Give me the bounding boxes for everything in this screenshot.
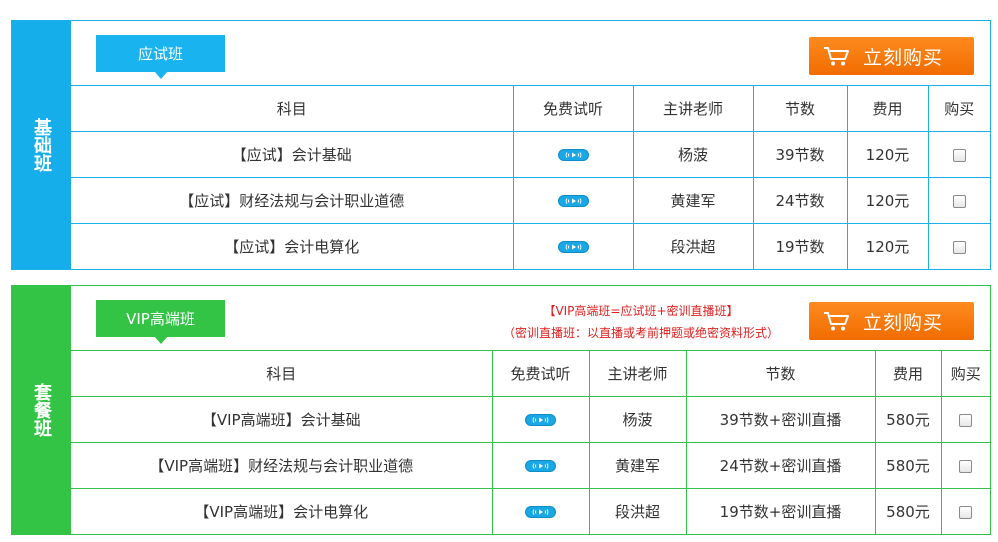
package-content: VIP高端班 【VIP高端班=应试班+密训直播班】 （密训直播班：以直播或考前押… (71, 286, 990, 534)
table-row: 【VIP高端班】会计基础 杨菠 39节数+密训直播 580元 (71, 396, 990, 443)
audio-play-icon[interactable] (525, 506, 556, 518)
lessons-cell: 24节数+密训直播 (685, 442, 876, 489)
package-course-table: 科目 免费试听 主讲老师 节数 费用 购买 【VIP高端班】会计基础 杨菠 39… (71, 350, 990, 534)
teacher-cell: 杨菠 (632, 131, 754, 178)
buy-checkbox[interactable] (959, 459, 973, 473)
audio-play-icon[interactable] (525, 460, 556, 472)
shopping-cart-icon (824, 47, 849, 66)
package-side-label: 套餐班 (12, 286, 71, 534)
price-cell: 120元 (846, 177, 929, 224)
table-header-row: 科目 免费试听 主讲老师 节数 费用 购买 (71, 85, 990, 132)
subject-cell: 【VIP高端班】会计基础 (71, 396, 493, 443)
table-row: 【应试】会计电算化 段洪超 19节数 120元 (71, 223, 990, 269)
col-buy: 购买 (940, 350, 990, 397)
table-row: 【应试】会计基础 杨菠 39节数 120元 (71, 131, 990, 178)
col-lessons: 节数 (752, 85, 848, 132)
subject-cell: 【应试】会计基础 (71, 131, 514, 178)
col-subject: 科目 (71, 85, 514, 132)
lessons-cell: 39节数 (752, 131, 848, 178)
buy-checkbox[interactable] (952, 194, 966, 208)
table-row: 【应试】财经法规与会计职业道德 黄建军 24节数 120元 (71, 177, 990, 224)
package-header: VIP高端班 【VIP高端班=应试班+密训直播班】 （密训直播班：以直播或考前押… (71, 286, 990, 350)
basic-course-table: 科目 免费试听 主讲老师 节数 费用 购买 【应试】会计基础 杨菠 39节数 1… (71, 85, 990, 269)
col-price: 费用 (846, 85, 929, 132)
basic-class-section: 基础班 应试班 立刻购买 科目 免费试听 主讲老师 节数 费用 购买 【应试】会… (11, 20, 991, 270)
col-teacher: 主讲老师 (632, 85, 754, 132)
price-cell: 580元 (874, 442, 942, 489)
basic-content: 应试班 立刻购买 科目 免费试听 主讲老师 节数 费用 购买 【应试】会计基础 … (71, 21, 990, 269)
lessons-cell: 24节数 (752, 177, 848, 224)
col-price: 费用 (874, 350, 942, 397)
subject-cell: 【应试】会计电算化 (71, 223, 514, 269)
price-cell: 120元 (846, 223, 929, 269)
subject-cell: 【应试】财经法规与会计职业道德 (71, 177, 514, 224)
col-free-trial: 免费试听 (491, 350, 590, 397)
col-teacher: 主讲老师 (588, 350, 687, 397)
basic-header: 应试班 立刻购买 (71, 21, 990, 85)
basic-buy-now-button[interactable]: 立刻购买 (809, 37, 974, 75)
buy-checkbox[interactable] (952, 148, 966, 162)
vip-class-tag: VIP高端班 (96, 300, 225, 344)
vip-notice-line2: （密训直播班：以直播或考前押题或绝密资料形式） (502, 326, 779, 340)
lessons-cell: 19节数+密训直播 (685, 488, 876, 534)
col-lessons: 节数 (685, 350, 876, 397)
col-free-trial: 免费试听 (512, 85, 634, 132)
lessons-cell: 39节数+密训直播 (685, 396, 876, 443)
price-cell: 120元 (846, 131, 929, 178)
audio-play-icon[interactable] (557, 195, 589, 207)
price-cell: 580元 (874, 488, 942, 534)
audio-play-icon[interactable] (557, 241, 589, 253)
package-side-text: 套餐班 (31, 383, 52, 437)
col-buy: 购买 (927, 85, 990, 132)
subject-cell: 【VIP高端班】财经法规与会计职业道德 (71, 442, 493, 489)
buy-checkbox[interactable] (952, 240, 966, 254)
vip-notice: 【VIP高端班=应试班+密训直播班】 （密训直播班：以直播或考前押题或绝密资料形… (451, 300, 831, 344)
package-buy-now-label: 立刻购买 (863, 311, 944, 334)
basic-side-text: 基础班 (31, 118, 52, 172)
basic-side-label: 基础班 (12, 21, 71, 269)
vip-notice-line1: 【VIP高端班=应试班+密训直播班】 (543, 304, 739, 318)
shopping-cart-icon (824, 312, 849, 331)
teacher-cell: 黄建军 (632, 177, 754, 224)
table-header-row: 科目 免费试听 主讲老师 节数 费用 购买 (71, 350, 990, 397)
subject-cell: 【VIP高端班】会计电算化 (71, 488, 493, 534)
exam-class-tag: 应试班 (96, 35, 225, 79)
buy-checkbox[interactable] (959, 505, 973, 519)
price-cell: 580元 (874, 396, 942, 443)
teacher-cell: 杨菠 (588, 396, 687, 443)
package-buy-now-button[interactable]: 立刻购买 (809, 302, 974, 340)
audio-play-icon[interactable] (525, 414, 556, 426)
buy-checkbox[interactable] (959, 413, 973, 427)
table-row: 【VIP高端班】会计电算化 段洪超 19节数+密训直播 580元 (71, 488, 990, 534)
package-class-section: 套餐班 VIP高端班 【VIP高端班=应试班+密训直播班】 （密训直播班：以直播… (11, 285, 991, 535)
basic-buy-now-label: 立刻购买 (863, 46, 944, 69)
teacher-cell: 黄建军 (588, 442, 687, 489)
table-row: 【VIP高端班】财经法规与会计职业道德 黄建军 24节数+密训直播 580元 (71, 442, 990, 489)
audio-play-icon[interactable] (557, 149, 589, 161)
teacher-cell: 段洪超 (632, 223, 754, 269)
teacher-cell: 段洪超 (588, 488, 687, 534)
lessons-cell: 19节数 (752, 223, 848, 269)
col-subject: 科目 (71, 350, 493, 397)
